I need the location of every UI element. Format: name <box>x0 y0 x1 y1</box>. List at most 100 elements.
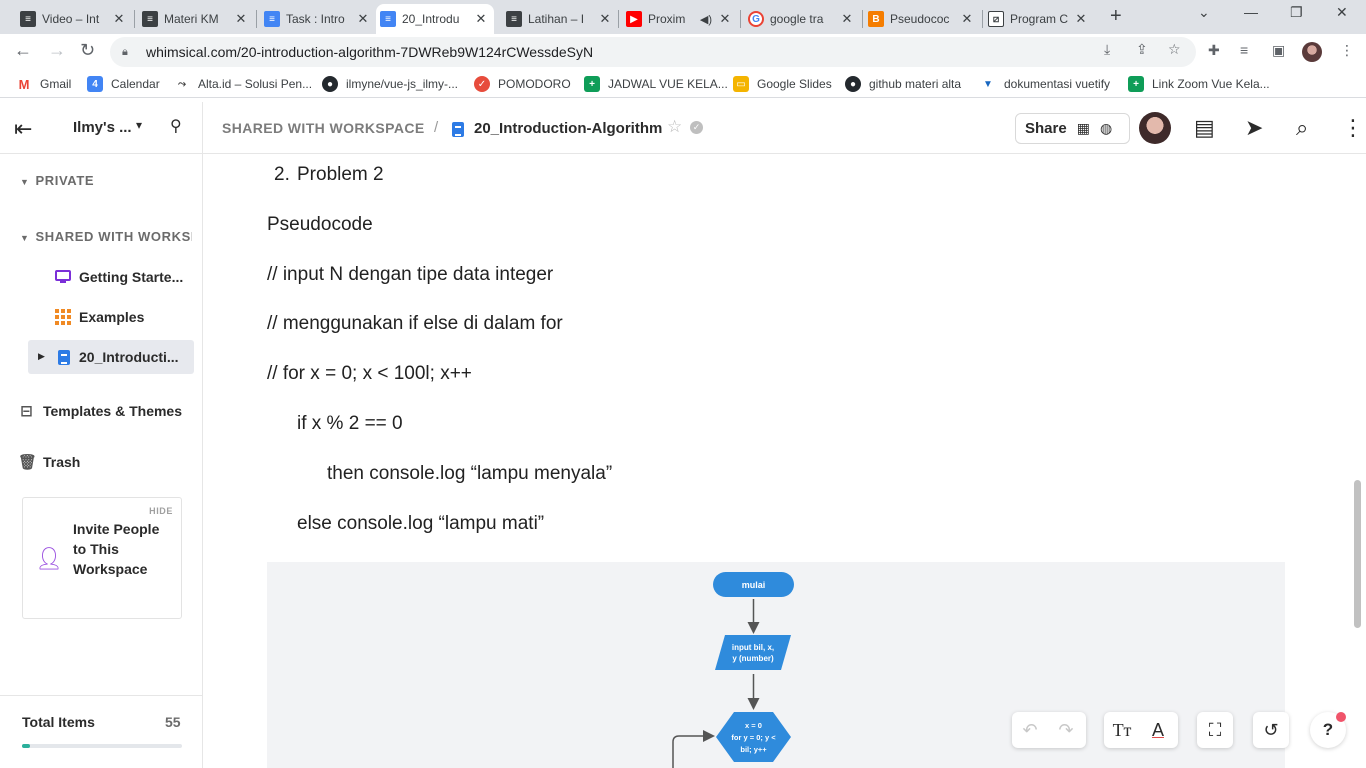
lock-icon[interactable]: 🔒︎ <box>122 46 138 59</box>
more-icon[interactable]: ⋮ <box>1342 115 1364 141</box>
chevron-down-icon[interactable]: ▾ <box>136 118 142 132</box>
total-items-progress <box>22 744 182 748</box>
comments-icon[interactable]: ▤ <box>1194 115 1215 141</box>
close-icon[interactable]: ✕ <box>1074 11 1088 27</box>
new-tab-button[interactable]: + <box>1110 5 1122 28</box>
breadcrumb-separator: / <box>434 119 439 136</box>
workspace-name[interactable]: Ilmy's ... <box>73 119 132 136</box>
search-icon[interactable]: ⌕ <box>1296 115 1308 141</box>
close-icon[interactable]: ✕ <box>960 11 974 27</box>
undo-icon[interactable]: ↶ <box>1012 720 1048 741</box>
bookmark-jadwal[interactable]: + JADWAL VUE KELA... <box>584 76 728 92</box>
browser-tab[interactable]: ▶ Proxim ◀) ✕ <box>622 4 738 34</box>
close-icon[interactable]: ✕ <box>234 11 248 27</box>
audio-icon[interactable]: ◀) <box>700 13 712 26</box>
close-icon[interactable]: ✕ <box>474 11 488 27</box>
media-icon[interactable]: ≡ <box>1240 42 1248 58</box>
sidebar-templates[interactable]: ⊟ Templates & Themes <box>18 402 182 420</box>
side-panel-icon[interactable]: ▣ <box>1272 42 1285 59</box>
bookmark-pomodoro[interactable]: ✓ POMODORO <box>474 76 571 92</box>
menu-icon[interactable]: ⋮ <box>1340 42 1354 59</box>
text-color-icon[interactable]: A <box>1140 720 1176 741</box>
collapse-sidebar-icon[interactable]: ⇤ <box>14 116 32 142</box>
text-size-icon[interactable]: Tт <box>1104 720 1140 741</box>
install-icon[interactable]: ⤓ <box>1104 41 1110 58</box>
profile-avatar[interactable] <box>1302 42 1322 62</box>
pin-icon[interactable]: ⚲ <box>170 116 182 136</box>
bookmark-github-vue[interactable]: ● ilmyne/vue-js_ilmy-... <box>322 76 458 92</box>
scrollbar[interactable] <box>1354 480 1361 628</box>
history-icon[interactable]: ↺ <box>1253 720 1289 741</box>
whimsical-icon: ⧄ <box>988 11 1004 27</box>
calendar-icon: 4 <box>87 76 103 92</box>
avatar[interactable] <box>1139 112 1171 144</box>
tab-title: Proxim <box>648 12 686 26</box>
bookmark-vuetify[interactable]: ▼ dokumentasi vuetify <box>980 76 1110 92</box>
reload-icon[interactable]: ↻ <box>80 40 95 61</box>
code-line[interactable]: else console.log “lampu mati” <box>297 513 544 535</box>
page-title[interactable]: 20_Introduction-Algorithm <box>474 120 662 137</box>
code-line[interactable]: if x % 2 == 0 <box>297 413 403 435</box>
breadcrumb-shared[interactable]: SHARED WITH WORKSPACE <box>222 120 425 136</box>
tab-search-icon[interactable]: ⌄ <box>1198 4 1210 21</box>
close-icon[interactable]: ✕ <box>598 11 612 27</box>
list-item[interactable]: Problem 2 <box>297 164 384 186</box>
browser-tab[interactable]: B Pseudococ ✕ <box>864 4 980 34</box>
section-shared[interactable]: ▼ SHARED WITH WORKSPACE <box>20 229 192 244</box>
section-private[interactable]: ▼ PRIVATE <box>20 173 94 188</box>
bookmark-gmail[interactable]: M Gmail <box>16 76 71 92</box>
back-icon[interactable]: ← <box>14 40 32 61</box>
heading-pseudocode[interactable]: Pseudocode <box>267 214 373 236</box>
invite-card[interactable]: HIDE 👤︎ Invite People to This Workspace <box>22 497 182 619</box>
url-field[interactable]: 🔒︎ whimsical.com/20-introduction-algorit… <box>110 37 1196 67</box>
share-icon[interactable]: ⇪ <box>1136 41 1148 58</box>
hide-button[interactable]: HIDE <box>149 506 173 516</box>
forward-icon[interactable]: → <box>48 40 66 61</box>
minimize-icon[interactable]: — <box>1244 4 1258 20</box>
sidebar-item-current-doc[interactable]: ▶ 20_Introducti... <box>28 340 194 374</box>
code-line[interactable]: // for x = 0; x < 100l; x++ <box>267 363 472 385</box>
close-icon[interactable]: ✕ <box>718 11 732 27</box>
sidebar-trash[interactable]: 🗑︎ Trash <box>18 453 80 471</box>
bookmark-calendar[interactable]: 4 Calendar <box>87 76 160 92</box>
browser-tab[interactable]: G google tra ✕ <box>744 4 860 34</box>
share-button[interactable]: Share ▦ ◍ <box>1015 113 1130 144</box>
browser-tab[interactable]: ≡ Task : Intro ✕ <box>260 4 376 34</box>
close-icon[interactable]: ✕ <box>840 11 854 27</box>
caret-right-icon[interactable]: ▶ <box>38 351 45 362</box>
bookmark-star-icon[interactable]: ☆ <box>1168 41 1181 58</box>
send-icon[interactable]: ➤ <box>1245 115 1263 141</box>
close-icon[interactable]: ✕ <box>112 11 126 27</box>
bookmark-alta[interactable]: ⤳ Alta.id – Solusi Pen... <box>174 76 312 92</box>
extensions-icon[interactable]: ✚ <box>1208 42 1220 59</box>
restore-icon[interactable]: ❐ <box>1290 4 1303 21</box>
close-icon[interactable]: ✕ <box>356 11 370 27</box>
document-canvas[interactable]: 2. Problem 2 Pseudocode // input N denga… <box>204 154 1352 768</box>
flow-input-node[interactable] <box>715 635 791 670</box>
browser-tab[interactable]: ⧄ Program C ✕ <box>984 4 1094 34</box>
tab-title: Video – Int <box>42 12 100 26</box>
browser-tab[interactable]: ≡ Video – Int ✕ <box>16 4 132 34</box>
section-label: SHARED WITH WORKSPACE <box>35 229 192 244</box>
redo-icon[interactable]: ↷ <box>1048 720 1084 741</box>
fit-screen-icon[interactable]: ⛶ <box>1197 720 1233 741</box>
star-icon[interactable]: ☆ <box>667 117 682 137</box>
browser-tab[interactable]: ≡ Latihan – I ✕ <box>502 4 618 34</box>
code-line[interactable]: then console.log “lampu menyala” <box>327 463 612 485</box>
sidebar-item-getting-started[interactable]: Getting Starte... <box>28 260 194 294</box>
code-line[interactable]: // menggunakan if else di dalam for <box>267 313 563 335</box>
workspace-share-icon: ▦ <box>1076 120 1090 136</box>
tab-title: Materi KM <box>164 12 219 26</box>
browser-tab[interactable]: ≡ Materi KM ✕ <box>138 4 254 34</box>
vuetify-icon: ▼ <box>980 76 996 92</box>
slides-icon: ▭ <box>733 76 749 92</box>
sidebar-item-examples[interactable]: Examples <box>28 300 194 334</box>
caret-down-icon: ▼ <box>20 233 30 243</box>
browser-tab-active[interactable]: ≡ 20_Introdu ✕ <box>376 4 494 34</box>
sidebar-item-label: 20_Introducti... <box>79 349 179 365</box>
bookmark-zoom[interactable]: + Link Zoom Vue Kela... <box>1128 76 1270 92</box>
window-close-icon[interactable]: ✕ <box>1336 4 1348 21</box>
code-line[interactable]: // input N dengan tipe data integer <box>267 264 553 286</box>
bookmark-slides[interactable]: ▭ Google Slides <box>733 76 832 92</box>
bookmark-github-materi[interactable]: ● github materi alta <box>845 76 961 92</box>
